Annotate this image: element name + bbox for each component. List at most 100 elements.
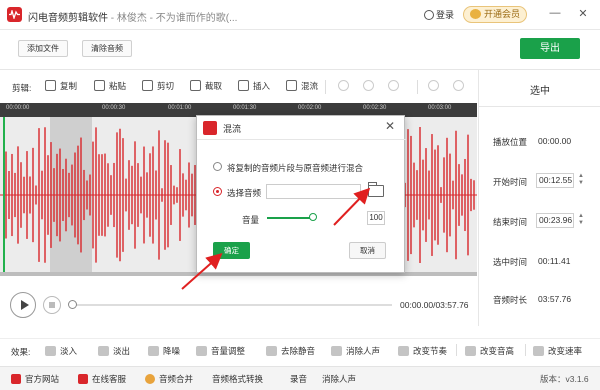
user-icon xyxy=(424,10,434,20)
change-speed-button[interactable]: 改变速率 xyxy=(533,345,582,357)
effects-divider xyxy=(525,344,526,356)
dialog-close-button[interactable]: ✕ xyxy=(385,119,395,133)
time-readout: 00:00.00/03:57.76 xyxy=(400,300,469,310)
cut-label: 剪切 xyxy=(157,81,175,91)
bottom-bar: 官方网站 在线客服 音频合并 音频格式转换 录音 消除人声 版本：v3.1.6 xyxy=(0,366,600,390)
fade-in-button[interactable]: 淡入 xyxy=(45,345,77,357)
insert-label: 插入 xyxy=(253,81,271,91)
fade-out-label: 淡出 xyxy=(113,346,131,356)
redo-tool[interactable] xyxy=(388,80,403,94)
end-time-input[interactable]: 00:23.96 xyxy=(536,213,574,228)
volume-adjust-button[interactable]: 音量调整 xyxy=(196,345,245,357)
copy-icon xyxy=(45,80,56,91)
fade-out-button[interactable]: 淡出 xyxy=(98,345,130,357)
window-title: 闪电音频剪辑软件 - 林俊杰 - 不为谁而作的歌(... xyxy=(28,9,237,24)
select-audio-label: 选择音频 xyxy=(227,188,262,198)
crown-icon xyxy=(470,9,481,19)
minimize-button[interactable]: — xyxy=(548,7,562,19)
merge-icon xyxy=(145,374,155,384)
clear-audio-button[interactable]: 清除音频 xyxy=(82,40,132,57)
vocal-remove-link[interactable]: 消除人声 xyxy=(322,373,356,385)
mix-icon xyxy=(286,80,297,91)
volume-label: 音量 xyxy=(242,215,260,225)
record-label: 录音 xyxy=(290,374,308,384)
folder-icon[interactable] xyxy=(368,182,384,197)
vip-button[interactable]: 开通会员 xyxy=(463,6,527,23)
remove-vocals-button[interactable]: 消除人声 xyxy=(331,345,380,357)
mix-tool[interactable]: 混流 xyxy=(286,80,318,94)
zoom-in-tool[interactable] xyxy=(428,80,443,94)
playhead[interactable] xyxy=(3,117,5,273)
start-time-spinner[interactable]: ▲ ▼ xyxy=(576,173,586,188)
zoom-out-tool[interactable] xyxy=(453,80,468,94)
undo-tool[interactable] xyxy=(363,80,378,94)
add-file-button[interactable]: 添加文件 xyxy=(18,40,68,57)
play-button[interactable] xyxy=(10,292,36,318)
loop-icon xyxy=(338,80,349,91)
zoom-out-icon xyxy=(453,80,464,91)
app-logo-icon xyxy=(7,7,22,22)
change-pitch-button[interactable]: 改变音高 xyxy=(465,345,514,357)
cut-tool[interactable]: 剪切 xyxy=(142,80,174,94)
denoise-button[interactable]: 降噪 xyxy=(148,345,180,357)
online-support-link[interactable]: 在线客服 xyxy=(78,373,126,385)
audio-file-input[interactable] xyxy=(266,184,361,199)
copy-tool[interactable]: 复制 xyxy=(45,80,77,94)
export-button[interactable]: 导出 xyxy=(520,38,580,59)
progress-track[interactable] xyxy=(72,304,392,306)
volume-slider-knob[interactable] xyxy=(309,213,317,221)
record-link[interactable]: 录音 xyxy=(290,373,307,385)
format-convert-link[interactable]: 音频格式转换 xyxy=(212,373,263,385)
login-button[interactable]: 登录 xyxy=(424,8,454,21)
project-title: 林俊杰 - 不为谁而作的歌(... xyxy=(116,13,238,24)
stop-button[interactable] xyxy=(43,296,61,314)
remove-silence-button[interactable]: 去除静音 xyxy=(266,345,315,357)
audio-merge-link[interactable]: 音频合并 xyxy=(145,373,193,385)
toolbar-divider xyxy=(325,80,326,94)
mix-copied-radio[interactable] xyxy=(213,162,222,171)
crop-tool[interactable]: 截取 xyxy=(190,80,222,94)
paste-label: 粘贴 xyxy=(109,81,127,91)
toolbar-divider xyxy=(417,80,418,94)
undo-icon xyxy=(363,80,374,91)
insert-icon xyxy=(238,80,249,91)
selection-panel: 选中 播放位置 00:00.00 开始时间 00:12.55 ▲ ▼ 结束时间 0… xyxy=(478,70,600,326)
dialog-title: 混流 xyxy=(223,124,242,134)
remove-vocals-label: 消除人声 xyxy=(346,346,381,356)
change-speed-label: 改变速率 xyxy=(548,346,583,356)
start-time-input[interactable]: 00:12.55 xyxy=(536,173,574,188)
official-site-link[interactable]: 官方网站 xyxy=(11,373,59,385)
audio-duration-label: 音频时长 xyxy=(493,295,528,305)
format-convert-label: 音频格式转换 xyxy=(212,374,264,384)
transport-bar: 00:00.00/03:57.76 xyxy=(0,288,477,322)
select-audio-radio[interactable] xyxy=(213,187,222,196)
app-name: 闪电音频剪辑软件 xyxy=(28,13,108,24)
ok-button[interactable]: 确定 xyxy=(213,242,250,259)
progress-knob[interactable] xyxy=(68,300,77,309)
close-button[interactable]: ✕ xyxy=(576,7,590,20)
app-logo-icon xyxy=(203,121,217,135)
official-site-label: 官方网站 xyxy=(25,374,60,384)
volume-slider[interactable] xyxy=(267,217,313,219)
play-position-label: 播放位置 xyxy=(493,137,528,147)
ruler-tick: 00:01:30 xyxy=(233,105,257,111)
end-time-spinner[interactable]: ▲ ▼ xyxy=(576,213,586,228)
ruler-tick: 00:02:30 xyxy=(363,105,387,111)
audio-merge-label: 音频合并 xyxy=(159,374,194,384)
action-bar: 添加文件 清除音频 导出 xyxy=(0,30,600,70)
volume-input[interactable]: 100 xyxy=(367,211,385,225)
online-support-label: 在线客服 xyxy=(92,374,127,384)
vip-label: 开通会员 xyxy=(484,9,521,19)
change-tempo-button[interactable]: 改变节奏 xyxy=(398,345,447,357)
monitor-icon xyxy=(11,374,21,384)
change-pitch-label: 改变音高 xyxy=(480,346,515,356)
loop-tool[interactable] xyxy=(338,80,353,94)
insert-tool[interactable]: 插入 xyxy=(238,80,270,94)
paste-tool[interactable]: 粘贴 xyxy=(94,80,126,94)
ruler-tick: 00:03:00 xyxy=(428,105,452,111)
denoise-icon xyxy=(148,346,159,356)
dialog-divider xyxy=(197,139,406,140)
vocal-remove-label: 消除人声 xyxy=(322,374,357,384)
title-separator: - xyxy=(108,13,117,24)
cancel-button[interactable]: 取消 xyxy=(349,242,386,259)
